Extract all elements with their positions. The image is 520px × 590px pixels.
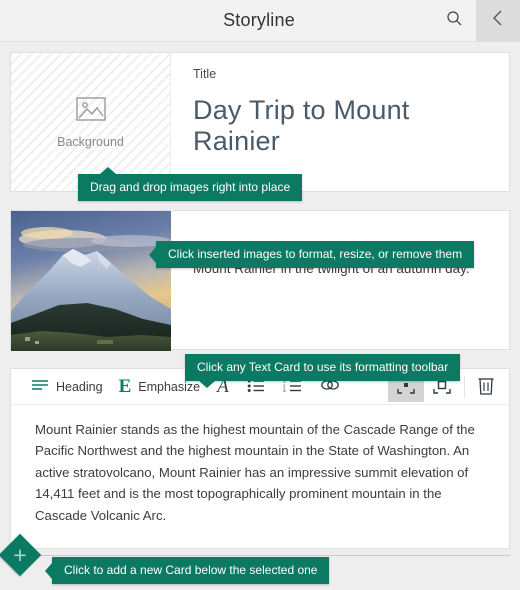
card-body-text[interactable]: Mount Rainier stands as the highest moun… bbox=[11, 405, 509, 548]
image-card[interactable]: Mount Rainier in the twilight of an autu… bbox=[10, 210, 510, 351]
heading-lines-icon bbox=[31, 378, 49, 395]
app-header: Storyline bbox=[0, 0, 520, 42]
back-button[interactable] bbox=[476, 0, 520, 42]
add-card-line bbox=[36, 555, 510, 556]
story-heading[interactable]: Day Trip to Mount Rainier bbox=[193, 95, 493, 157]
trash-icon bbox=[478, 376, 494, 398]
add-card-row: + bbox=[0, 533, 520, 577]
title-card[interactable]: Background Title Day Trip to Mount Raini… bbox=[10, 52, 510, 192]
page-title: Storyline bbox=[223, 10, 295, 30]
bold-e-icon: E bbox=[118, 376, 132, 397]
tooltip-drag-drop: Drag and drop images right into place bbox=[78, 167, 303, 201]
tooltip-click-text-card: Click any Text Card to use its formattin… bbox=[185, 354, 461, 388]
storyline-canvas: Background Title Day Trip to Mount Raini… bbox=[0, 43, 520, 590]
inserted-image[interactable] bbox=[11, 211, 171, 351]
search-button[interactable] bbox=[432, 0, 476, 42]
add-card-button[interactable] bbox=[0, 533, 42, 577]
search-icon bbox=[446, 10, 463, 32]
title-card-body: Title Day Trip to Mount Rainier bbox=[171, 53, 509, 191]
tooltip-click-images: Click inserted images to format, resize,… bbox=[148, 241, 475, 268]
heading-label: Heading bbox=[56, 379, 103, 394]
image-placeholder-icon bbox=[75, 96, 106, 127]
heading-button[interactable]: Heading bbox=[23, 372, 111, 402]
chevron-left-icon bbox=[491, 9, 505, 32]
title-kicker: Title bbox=[193, 67, 217, 81]
emphasize-label: Emphasize bbox=[138, 379, 201, 394]
toolbar-divider bbox=[464, 375, 465, 398]
background-label: Background bbox=[57, 134, 124, 149]
background-image-dropzone[interactable]: Background bbox=[11, 53, 171, 191]
image-card-body: Mount Rainier in the twilight of an autu… bbox=[171, 211, 509, 349]
delete-card-button[interactable] bbox=[469, 372, 503, 402]
svg-text:3: 3 bbox=[283, 388, 286, 392]
text-card[interactable]: Heading E Emphasize A 1 2 3 Mount Rainie… bbox=[10, 368, 510, 549]
